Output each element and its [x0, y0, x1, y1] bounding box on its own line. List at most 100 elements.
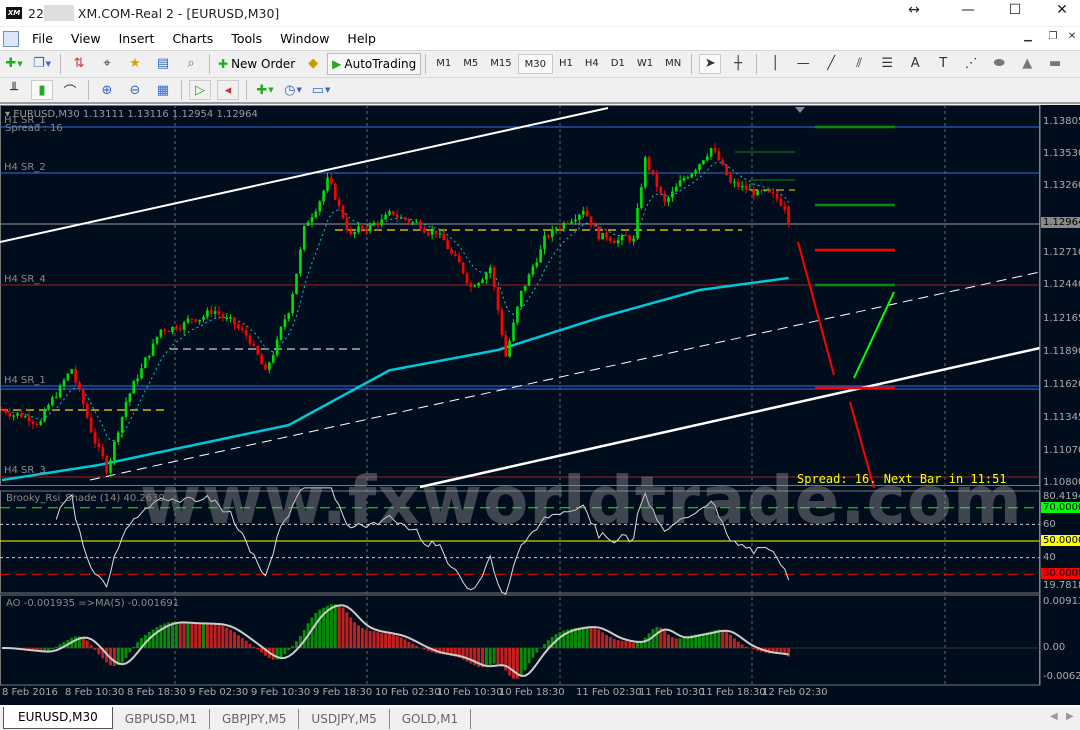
candlestick-chart-icon[interactable]: ▮: [31, 80, 53, 100]
timeframe-m1[interactable]: M1: [430, 54, 457, 74]
mdi-minimize-icon[interactable]: ▁: [1020, 31, 1036, 45]
metaeditor-icon[interactable]: ◆: [302, 54, 324, 74]
timeframe-m30[interactable]: M30: [517, 53, 553, 74]
mdi-restore-icon[interactable]: ❐: [1045, 31, 1061, 45]
cursor-arrow-icon[interactable]: ➤: [699, 53, 722, 74]
tab-eurusd-m30[interactable]: EURUSD,M30: [3, 707, 113, 729]
profiles-icon[interactable]: ❐ ▼: [31, 54, 53, 74]
timeframe-w1[interactable]: W1: [631, 54, 659, 74]
menu-tools[interactable]: Tools: [222, 31, 271, 46]
new-chart-icon[interactable]: ✚ ▼: [3, 54, 25, 74]
price-tick: 1.13530: [1043, 148, 1080, 159]
rsi-tick-60: 60: [1043, 519, 1056, 530]
tab-gbpjpy-m5[interactable]: GBPJPY,M5: [210, 709, 300, 729]
ao-histogram-bar: [372, 631, 376, 648]
line-chart-icon[interactable]: ⌒: [59, 80, 81, 100]
mdi-close-icon[interactable]: ✕: [1064, 31, 1080, 45]
menu-charts[interactable]: Charts: [163, 31, 222, 46]
strategy-tester-icon[interactable]: ⌕: [180, 54, 202, 74]
candle-body: [330, 177, 333, 184]
triangle-icon[interactable]: ▲: [1016, 54, 1038, 74]
timeframe-h1[interactable]: H1: [553, 54, 579, 74]
navigator-icon[interactable]: ★: [124, 54, 146, 74]
ao-histogram-bar: [492, 648, 496, 664]
ao-histogram-bar: [422, 648, 426, 650]
tab-gold-m1[interactable]: GOLD,M1: [390, 709, 472, 729]
timeframe-m5[interactable]: M5: [457, 54, 484, 74]
crosshair-icon[interactable]: ┼: [727, 54, 749, 74]
tab-scroll-left-icon[interactable]: ◀: [1050, 711, 1058, 722]
ao-histogram-bar: [194, 623, 198, 648]
timeframe-h4[interactable]: H4: [579, 54, 605, 74]
menu-help[interactable]: Help: [338, 31, 385, 46]
tab-usdjpy-m5[interactable]: USDJPY,M5: [299, 709, 390, 729]
trendline-icon[interactable]: ╱: [820, 54, 842, 74]
timeframe-mn[interactable]: MN: [659, 54, 687, 74]
candle-body: [686, 177, 690, 179]
rectangle-icon[interactable]: ▬: [1044, 54, 1066, 74]
ao-histogram-bar: [736, 641, 740, 648]
ao-histogram-bar: [752, 648, 756, 650]
chart-window[interactable]: [0, 105, 1080, 705]
ao-histogram-bar: [128, 648, 132, 653]
terminal-icon[interactable]: ▤: [152, 54, 174, 74]
timeframe-d1[interactable]: D1: [605, 54, 631, 74]
ao-histogram-bar: [360, 627, 364, 648]
candle-body: [0, 410, 4, 412]
candle-body: [399, 217, 403, 219]
fibonacci-retracement-icon[interactable]: ☰: [876, 54, 898, 74]
chart-window-icon[interactable]: [3, 30, 19, 47]
tab-scroll-right-icon[interactable]: ▶: [1066, 711, 1074, 722]
equidistant-channel-icon[interactable]: ⫽: [848, 54, 870, 74]
fibonacci-fan-icon[interactable]: ⋰: [960, 54, 982, 74]
bar-chart-icon[interactable]: ╨: [3, 80, 25, 100]
title-bar: XM 22 XM.COM-Real 2 - [EURUSD,M30] ↔ — ☐…: [0, 0, 1080, 26]
vertical-line-icon[interactable]: │: [764, 54, 786, 74]
tab-gbpusd-m1[interactable]: GBPUSD,M1: [113, 709, 210, 729]
candle-body: [508, 340, 511, 357]
candle-body: [12, 415, 15, 417]
restore-icon[interactable]: ↔: [899, 2, 929, 18]
candle-body: [105, 456, 108, 473]
minimize-button[interactable]: —: [953, 2, 983, 18]
menu-file[interactable]: File: [23, 31, 62, 46]
ao-histogram-bar: [376, 632, 380, 648]
horizontal-line-icon[interactable]: —: [792, 54, 814, 74]
ellipse-icon[interactable]: ⬬: [988, 54, 1010, 74]
candle-body: [337, 199, 341, 206]
menu-insert[interactable]: Insert: [110, 31, 164, 46]
menu-window[interactable]: Window: [271, 31, 338, 46]
text-icon[interactable]: A: [904, 54, 926, 74]
zoom-in-icon[interactable]: ⊕: [96, 80, 118, 100]
candle-body: [601, 232, 604, 240]
chart-canvas[interactable]: [0, 105, 1080, 705]
market-watch-icon[interactable]: ⇅: [68, 54, 90, 74]
close-button[interactable]: ✕: [1047, 2, 1077, 18]
periods-clock-icon[interactable]: ◷ ▼: [282, 80, 304, 100]
templates-icon[interactable]: ▭ ▼: [310, 80, 332, 100]
candle-body: [787, 206, 790, 225]
ao-histogram-bar: [318, 609, 322, 648]
candle-body: [547, 235, 550, 237]
candle-body: [31, 421, 35, 424]
ao-histogram-bar: [732, 638, 736, 648]
candle-body: [659, 186, 663, 194]
chart-shift-icon[interactable]: ◂: [217, 80, 239, 100]
ao-histogram-bar: [577, 627, 581, 648]
candle-body: [341, 205, 345, 219]
auto-scroll-icon[interactable]: ▷: [189, 80, 211, 100]
candle-body: [450, 249, 453, 254]
autotrading-button[interactable]: ▶ AutoTrading: [327, 52, 422, 75]
timeframe-m15[interactable]: M15: [484, 54, 517, 74]
text-label-icon[interactable]: T: [932, 54, 954, 74]
menu-view[interactable]: View: [62, 31, 110, 46]
crosshair-data-window-icon[interactable]: ⌖: [96, 54, 118, 74]
candle-body: [682, 178, 686, 181]
new-order-button[interactable]: ✚ New Order: [214, 53, 299, 75]
maximize-button[interactable]: ☐: [1000, 2, 1030, 18]
indicators-icon[interactable]: ✚ ▼: [254, 80, 276, 100]
ao-histogram-bar: [198, 623, 202, 648]
tile-windows-icon[interactable]: ▦: [152, 80, 174, 100]
candle-body: [593, 225, 597, 227]
zoom-out-icon[interactable]: ⊖: [124, 80, 146, 100]
